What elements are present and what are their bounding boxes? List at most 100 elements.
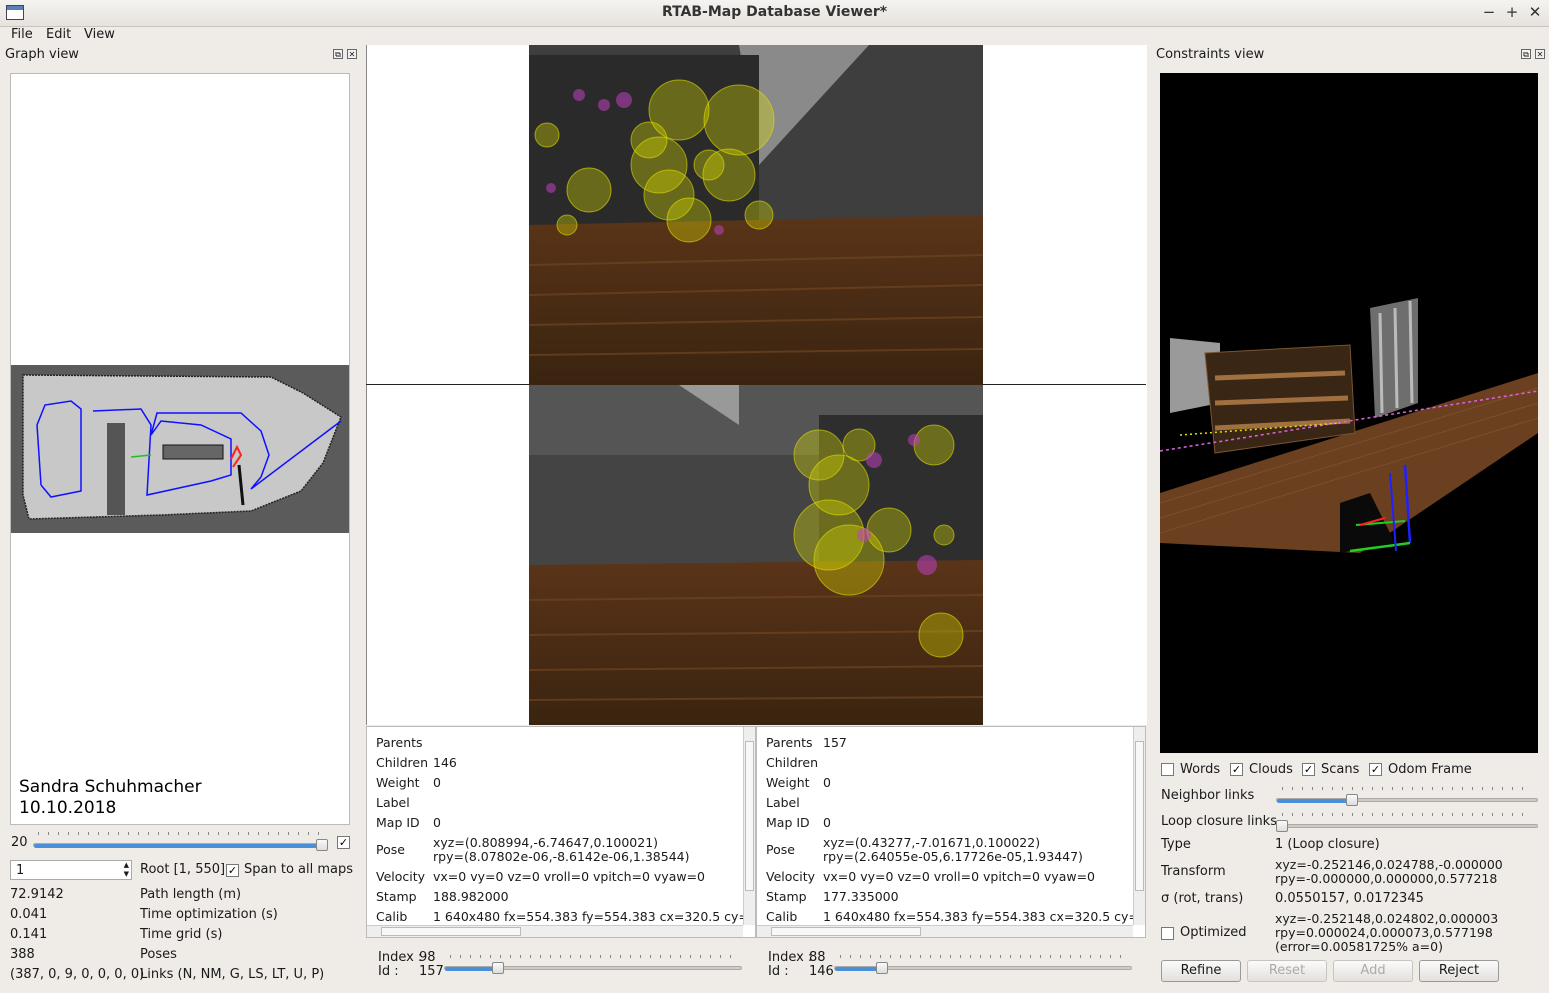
stat-value: (387, 0, 9, 0, 0, 0, 0) [10,967,145,982]
right-index-label: Index : [768,950,813,965]
stat-value: 0.041 [10,907,48,922]
type-value: 1 (Loop closure) [1275,837,1380,852]
horizontal-scrollbar[interactable] [367,925,743,937]
spin-up-icon[interactable]: ▲ [124,861,129,869]
words-label: Words [1180,762,1221,777]
vertical-scrollbar[interactable] [743,727,755,925]
graph-view-title: Graph view [5,47,79,62]
right-id-value: 146 [809,964,834,979]
left-index-value: 98 [419,950,436,965]
menu-view[interactable]: View [84,27,115,42]
graph-slider-handle[interactable] [316,839,328,851]
graph-slider-checkbox[interactable]: ✓ [337,836,350,849]
info-value: rpy=(2.64055e-05,6.17726e-05,1.93447) [823,849,1083,864]
span-all-maps-label: Span to all maps [244,862,354,877]
info-value: 0 [823,815,831,830]
info-value: 1 640x480 fx=554.383 fy=554.383 cx=320.5… [823,909,1133,924]
window-title: RTAB-Map Database Viewer* [661,4,888,20]
constraints-view-title: Constraints view [1156,47,1265,62]
stat-value: 72.9142 [10,887,64,902]
slider-ticks [1282,787,1532,790]
watermark-date: 10.10.2018 [19,798,117,818]
info-value: 0 [823,775,831,790]
info-value: 157 [823,735,847,750]
info-value: vx=0 vy=0 vz=0 vroll=0 vpitch=0 vyaw=0 [823,869,1096,884]
slider-ticks [1282,813,1532,816]
close-icon[interactable]: ✕ [1526,3,1544,21]
stat-label: Path length (m) [140,887,242,902]
info-value: xyz=(0.43277,-7.01671,0.100022) [823,835,1041,850]
stat-label: Poses [140,947,177,962]
slider-ticks [38,832,322,835]
transform-label: Transform [1161,864,1226,879]
loop-closure-links-slider[interactable] [1276,824,1538,828]
transform-xyz: xyz=-0.252146,0.024788,-0.000000 [1275,857,1503,872]
neighbor-links-slider[interactable] [1276,798,1538,803]
close-dock-icon[interactable]: ✕ [1535,49,1545,59]
float-dock-icon[interactable]: ⧉ [333,49,343,59]
constraints-3d-view[interactable] [1159,73,1539,753]
watermark-name: Sandra Schuhmacher [19,777,202,797]
slider-ticks [450,955,740,958]
optimized-label: Optimized [1180,925,1247,940]
info-value: 0 [433,775,441,790]
info-value: 1 640x480 fx=554.383 fy=554.383 cx=320.5… [433,909,743,924]
right-index-slider-handle[interactable] [876,962,888,974]
info-key: Label [376,795,410,810]
horizontal-scrollbar[interactable] [757,925,1133,937]
info-key: Stamp [376,889,417,904]
words-checkbox[interactable] [1161,763,1174,776]
info-value: 188.982000 [433,889,509,904]
stat-label: Time optimization (s) [140,907,278,922]
info-key: Pose [376,842,405,857]
info-key: Map ID [376,815,420,830]
image-view-bottom[interactable] [528,385,984,725]
occupancy-grid-map[interactable] [11,365,349,533]
left-id-label: Id : [378,964,399,979]
close-dock-icon[interactable]: ✕ [347,49,357,59]
root-spinbox[interactable]: 1 ▲ ▼ [10,860,132,880]
left-info-panel: Parents Children 146 Weight 0 Label Map … [366,726,756,938]
root-spinbox-value: 1 [16,863,25,878]
info-value: rpy=(8.07802e-06,-8.6142e-06,1.38544) [433,849,690,864]
add-button[interactable]: Add [1333,960,1413,982]
sigma-value: 0.0550157, 0.0172345 [1275,891,1424,906]
vertical-scrollbar[interactable] [1133,727,1145,925]
menu-file[interactable]: File [11,27,33,42]
info-value: 177.335000 [823,889,899,904]
image-view-top[interactable] [528,45,984,385]
stat-label: Time grid (s) [140,927,223,942]
menu-edit[interactable]: Edit [46,27,71,42]
stat-value: 388 [10,947,35,962]
refine-button[interactable]: Refine [1161,960,1241,982]
scans-label: Scans [1321,762,1360,777]
info-key: Parents [376,735,423,750]
scans-checkbox[interactable]: ✓ [1302,763,1315,776]
root-label: Root [1, 550] [140,862,226,877]
float-dock-icon[interactable]: ⧉ [1521,49,1531,59]
reject-button[interactable]: Reject [1419,960,1499,982]
neighbor-links-slider-handle[interactable] [1346,794,1358,806]
left-index-slider[interactable] [444,966,742,971]
span-all-maps-checkbox[interactable]: ✓ [226,864,239,877]
right-info-panel: Parents 157 Children Weight 0 Label Map … [756,726,1146,938]
info-key: Label [766,795,800,810]
info-key: Velocity [766,869,816,884]
reset-button[interactable]: Reset [1247,960,1327,982]
optimized-xyz: xyz=-0.252148,0.024802,0.000003 [1275,911,1499,926]
info-key: Calib [376,909,408,924]
minimize-icon[interactable]: − [1480,3,1498,21]
left-index-label: Index : [378,950,423,965]
left-id-value: 157 [419,964,444,979]
loop-closure-links-slider-handle[interactable] [1276,820,1288,832]
optimized-checkbox[interactable] [1161,927,1174,940]
info-key: Weight [376,775,420,790]
info-value: 0 [433,815,441,830]
spin-down-icon[interactable]: ▼ [124,870,129,878]
info-key: Map ID [766,815,810,830]
left-index-slider-handle[interactable] [492,962,504,974]
graph-slider-track[interactable] [33,843,325,848]
clouds-checkbox[interactable]: ✓ [1230,763,1243,776]
maximize-icon[interactable]: + [1503,3,1521,21]
odom-frame-checkbox[interactable]: ✓ [1369,763,1382,776]
